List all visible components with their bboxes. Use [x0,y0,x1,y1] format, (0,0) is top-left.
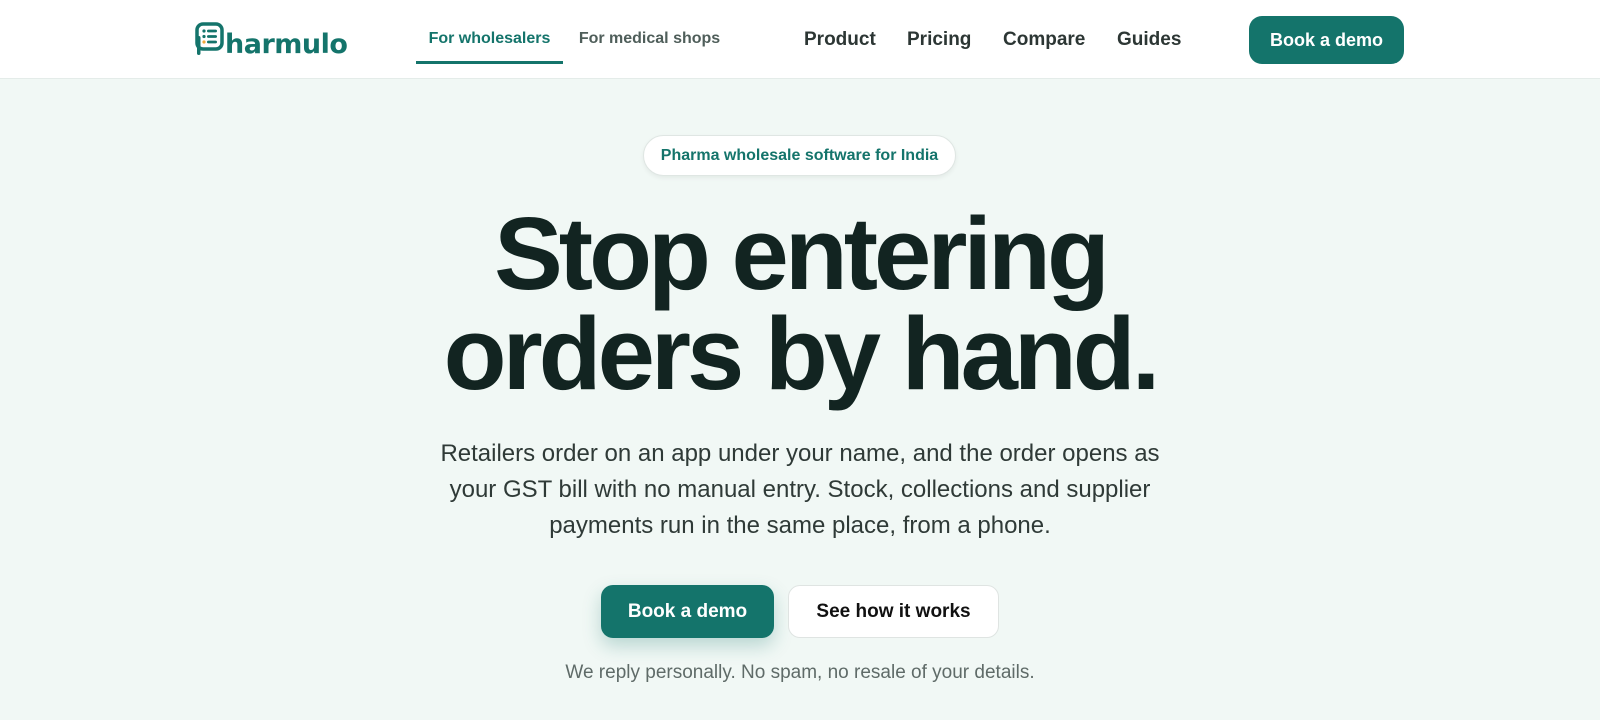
hero-badge: Pharma wholesale software for India [643,135,956,176]
nav-product[interactable]: Product [804,28,876,52]
document-list-icon [195,22,224,55]
nav-pricing[interactable]: Pricing [907,28,971,52]
site-header: harmulo For wholesalers For medical shop… [0,0,1600,79]
headline-line-1: Stop entering [494,196,1110,311]
header-book-demo-button[interactable]: Book a demo [1249,16,1404,64]
tab-for-medical-shops[interactable]: For medical shops [572,22,727,64]
hero-headline: Stop entering orders by hand. [0,196,1600,411]
headline-line-2: orders by hand. [443,296,1161,411]
nav-compare[interactable]: Compare [1003,28,1085,52]
hero-book-demo-button[interactable]: Book a demo [601,585,774,638]
logo-text: harmulo [225,29,348,60]
privacy-note: We reply personally. No spam, no resale … [565,662,1035,683]
tab-for-wholesalers[interactable]: For wholesalers [416,22,563,64]
nav-guides[interactable]: Guides [1117,28,1181,52]
see-how-it-works-button[interactable]: See how it works [788,585,999,638]
brand-logo[interactable]: harmulo [195,20,348,60]
hero-subtitle: Retailers order on an app under your nam… [440,440,1160,539]
